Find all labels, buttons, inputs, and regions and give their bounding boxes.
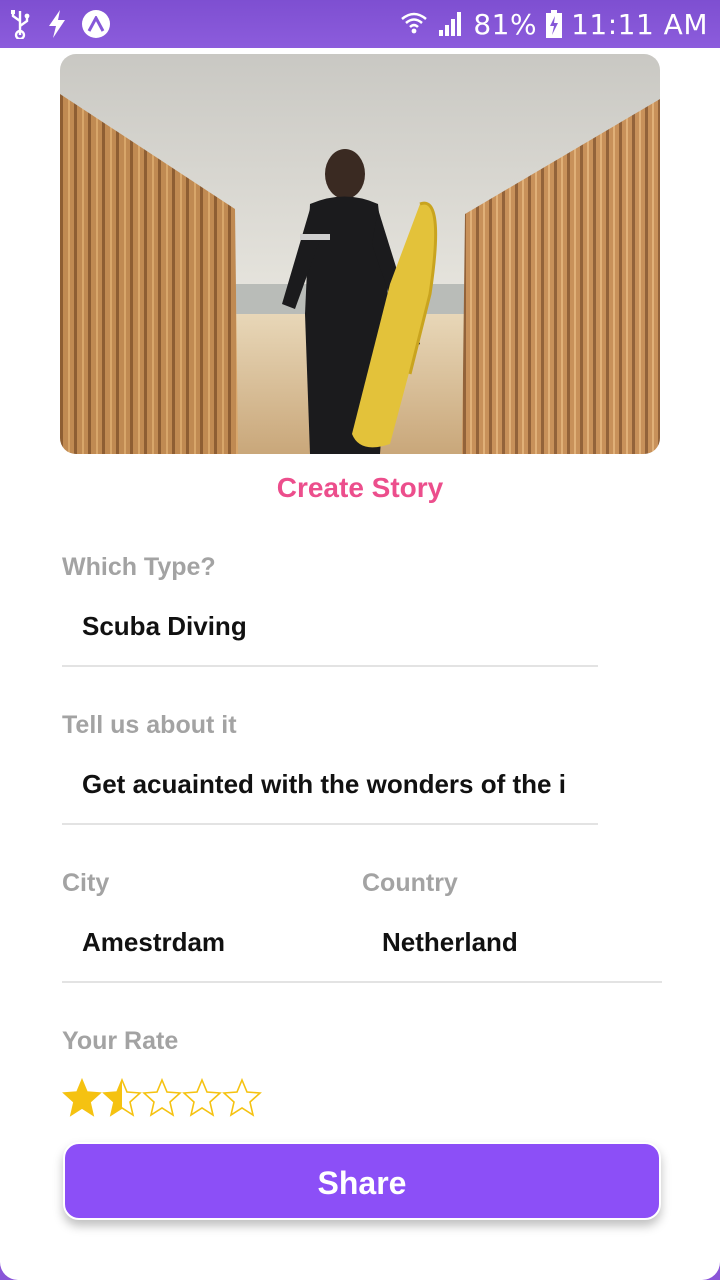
about-label: Tell us about it [62, 711, 237, 739]
surfer-photo [60, 54, 660, 454]
wifi-icon [401, 12, 428, 34]
rate-label: Your Rate [62, 1027, 179, 1055]
type-input[interactable]: Scuba Diving [82, 611, 598, 642]
star-half-icon[interactable] [102, 1078, 142, 1118]
type-input-underline [62, 665, 598, 667]
flash-icon [49, 10, 65, 38]
country-label: Country [362, 869, 458, 897]
star-empty-icon[interactable] [222, 1078, 262, 1118]
rating-stars[interactable] [62, 1078, 262, 1118]
status-bar: 81% 11:11 AM [0, 0, 720, 48]
star-empty-icon[interactable] [142, 1078, 182, 1118]
battery-percent: 81% [473, 7, 538, 41]
battery-charging-icon [546, 10, 563, 38]
story-image[interactable] [60, 54, 660, 454]
city-label: City [62, 869, 110, 897]
about-input[interactable]: Get acuainted with the wonders of the i [82, 769, 598, 800]
country-input[interactable]: Netherland [382, 927, 652, 958]
usb-icon [11, 10, 30, 39]
share-button[interactable]: Share [63, 1142, 661, 1220]
clock: 11:11 AM [571, 7, 708, 41]
star-empty-icon[interactable] [182, 1078, 222, 1118]
type-label: Which Type? [62, 553, 216, 581]
location-underline [62, 981, 662, 983]
about-input-underline [62, 823, 598, 825]
page-title: Create Story [276, 472, 444, 503]
city-input[interactable]: Amestrdam [82, 927, 342, 958]
star-full-icon[interactable] [62, 1078, 102, 1118]
signal-icon [439, 12, 462, 36]
create-story-card: Create Story Which Type? Scuba Diving Te… [0, 48, 720, 1280]
app-a-icon [82, 10, 110, 38]
